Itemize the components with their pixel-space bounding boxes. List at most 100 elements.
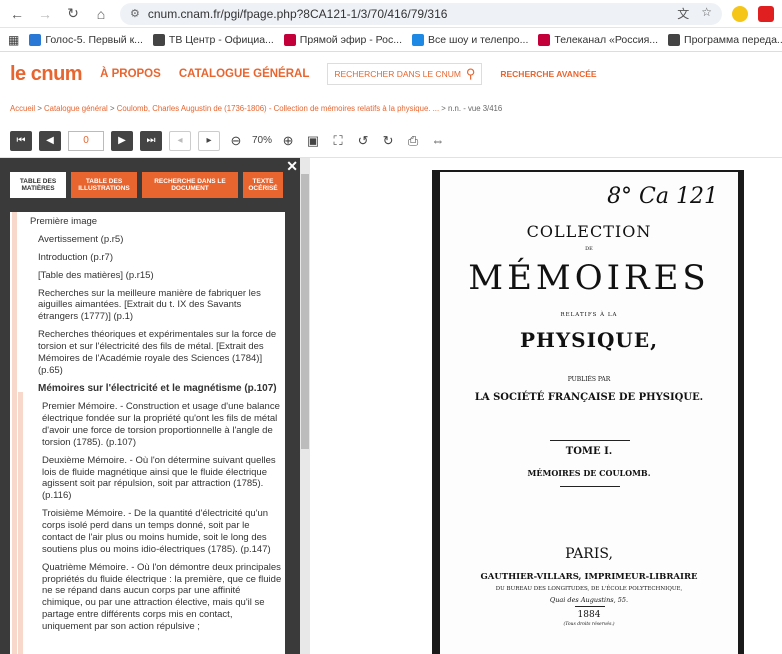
advanced-search-link[interactable]: RECHERCHE AVANCÉE: [500, 69, 596, 79]
title-publies: PUBLIÉS PAR: [567, 376, 611, 383]
sidebar-tabs: TABLE DES MATIÈRES TABLE DES ILLUSTRATIO…: [10, 172, 283, 198]
breadcrumb-sep: >: [37, 104, 42, 113]
bookmark-label: Прямой эфир - Рос...: [299, 33, 403, 46]
fit-width-icon[interactable]: ⇔: [429, 133, 447, 148]
toc-item[interactable]: Introduction (p.r7): [30, 252, 282, 264]
url-text: cnum.cnam.fr/pgi/fpage.php?8CA121-1/3/70…: [147, 6, 448, 21]
print-icon[interactable]: ⎙: [404, 133, 422, 149]
translate-icon[interactable]: 文: [677, 5, 689, 22]
bookmark-tvc[interactable]: ТВ Центр - Официа...: [152, 33, 274, 46]
toc-item[interactable]: [Table des matières] (p.r15): [30, 270, 282, 282]
site-info-icon[interactable]: ⚙: [130, 7, 140, 20]
imprint-rights: (Tous droits réservés.): [563, 622, 615, 627]
site-header: le cnum À PROPOS CATALOGUE GÉNÉRAL RECHE…: [0, 52, 782, 96]
breadcrumb: Accueil > Catalogue général > Coulomb, C…: [0, 96, 782, 120]
toc-item[interactable]: Premier Mémoire. - Construction et usage…: [30, 401, 282, 449]
tvc-icon: [152, 33, 165, 46]
home-icon[interactable]: ⌂: [92, 6, 110, 22]
toc-level-bar: [18, 392, 23, 654]
last-page-button[interactable]: ⏭: [140, 130, 162, 151]
title-societe: LA SOCIÉTÉ FRANÇAISE DE PHYSIQUE.: [474, 392, 704, 403]
russia-icon: [283, 33, 296, 46]
russia-channel-icon: [538, 33, 551, 46]
tab-search-document[interactable]: RECHERCHE DANS LE DOCUMENT: [142, 172, 238, 198]
site-search-input[interactable]: RECHERCHER DANS LE CNUM ⚲: [327, 63, 483, 85]
bookmark-vk[interactable]: Голос-5. Первый к...: [29, 33, 143, 46]
scrollbar-thumb[interactable]: [301, 174, 309, 449]
rotate-right-icon[interactable]: ↻: [379, 133, 397, 149]
fit-page-icon[interactable]: ⛶: [329, 133, 347, 149]
bookmark-shows[interactable]: Все шоу и телепро...: [412, 33, 529, 46]
breadcrumb-home[interactable]: Accueil: [10, 104, 35, 113]
toc-item[interactable]: Quatrième Mémoire. - Où l'on démontre de…: [30, 562, 282, 633]
handwritten-shelfmark: 8° Ca 121: [607, 184, 718, 209]
sidebar-scrollbar[interactable]: [300, 158, 310, 654]
bookmark-russia-channel[interactable]: Телеканал «Россия...: [538, 33, 659, 46]
logo-le: le: [10, 62, 26, 85]
next-page-button[interactable]: ▶: [111, 130, 133, 151]
cnum-logo[interactable]: le cnum: [10, 62, 83, 86]
divider: [560, 486, 620, 487]
toc-item-section[interactable]: Mémoires sur l'électricité et le magnéti…: [30, 383, 282, 396]
breadcrumb-document[interactable]: Coulomb, Charles Augustin de (1736-1806)…: [117, 104, 439, 113]
bookmarks-bar: ▦ Голос-5. Первый к... ТВ Центр - Официа…: [0, 28, 782, 52]
search-icon[interactable]: ⚲: [466, 66, 476, 82]
bookmark-label: Голос-5. Первый к...: [45, 33, 143, 46]
tab-ocr-text[interactable]: TEXTE OCÉRISÉ: [243, 172, 283, 198]
vk-icon: [29, 33, 42, 46]
divider: [575, 606, 605, 607]
toc-item[interactable]: Avertissement (p.r5): [30, 234, 282, 246]
title-tome: TOME I.: [565, 446, 613, 457]
imprint-bureau: DU BUREAU DES LONGITUDES, DE L'ÉCOLE POL…: [495, 586, 683, 592]
back-icon[interactable]: ←: [8, 6, 26, 22]
page-number-input[interactable]: 0: [68, 130, 104, 151]
title-de: DE: [585, 246, 593, 252]
browser-toolbar: ← → ↻ ⌂ ⚙ cnum.cnam.fr/pgi/fpage.php?8CA…: [0, 0, 782, 28]
zoom-in-icon[interactable]: ⊕: [279, 133, 297, 149]
toc-item[interactable]: Troisième Mémoire. - De la quantité d'él…: [30, 508, 282, 556]
breadcrumb-sep: >: [441, 104, 446, 113]
toc-item[interactable]: Recherches théoriques et expérimentales …: [30, 329, 282, 377]
tab-toc[interactable]: TABLE DES MATIÈRES: [10, 172, 66, 198]
nav-about[interactable]: À PROPOS: [100, 68, 161, 80]
zoom-out-icon[interactable]: ⊖: [227, 133, 245, 149]
rotate-left-icon[interactable]: ↺: [354, 133, 372, 149]
tab-illustrations[interactable]: TABLE DES ILLUSTRATIONS: [71, 172, 137, 198]
toc-panel: Première image Avertissement (p.r5) Intr…: [10, 212, 285, 654]
toc-list: Première image Avertissement (p.r5) Intr…: [30, 216, 282, 639]
programme-icon: [668, 33, 681, 46]
extension-icon[interactable]: [732, 5, 748, 22]
document-viewer: 8° Ca 121 COLLECTION DE MÉMOIRES RELATIF…: [310, 158, 782, 654]
breadcrumb-sep: >: [109, 104, 115, 113]
reload-icon[interactable]: ↻: [64, 5, 82, 22]
bookmark-star-icon[interactable]: ☆: [701, 5, 712, 22]
nav-catalogue[interactable]: CATALOGUE GÉNÉRAL: [179, 68, 310, 80]
document-page: 8° Ca 121 COLLECTION DE MÉMOIRES RELATIF…: [432, 170, 744, 654]
forward-icon[interactable]: →: [36, 6, 54, 22]
imprint-quai: Quai des Augustins, 55.: [549, 596, 629, 604]
bookmark-label: Телеканал «Россия...: [554, 33, 659, 46]
toc-item[interactable]: Deuxième Mémoire. - Où l'on détermine su…: [30, 455, 282, 503]
breadcrumb-catalogue[interactable]: Catalogue général: [44, 104, 108, 113]
actual-size-icon[interactable]: ▣: [304, 133, 322, 149]
close-icon[interactable]: ✕: [286, 158, 298, 175]
address-bar[interactable]: ⚙ cnum.cnam.fr/pgi/fpage.php?8CA121-1/3/…: [120, 2, 722, 25]
prev-page-button[interactable]: ◀: [39, 130, 61, 151]
extension-rocket-icon[interactable]: [758, 5, 774, 22]
first-page-button[interactable]: ⏮: [10, 130, 32, 151]
title-physique: PHYSIQUE,: [519, 328, 659, 352]
toc-item[interactable]: Première image: [30, 216, 282, 228]
imprint-publisher: GAUTHIER-VILLARS, IMPRIMEUR-LIBRAIRE: [480, 572, 698, 582]
apps-grid-icon[interactable]: ▦: [8, 33, 19, 47]
title-coulomb: MÉMOIRES DE COULOMB.: [527, 468, 651, 478]
bookmark-label: Все шоу и телепро...: [428, 33, 529, 46]
prev-illustration-button[interactable]: ◂: [169, 130, 191, 151]
viewer-toolbar: ⏮ ◀ 0 ▶ ⏭ ◂ ▸ ⊖ 70% ⊕ ▣ ⛶ ↺ ↻ ⎙ ⇔: [0, 124, 782, 158]
bookmark-programme[interactable]: Программа переда...: [668, 33, 782, 46]
bookmark-russia[interactable]: Прямой эфир - Рос...: [283, 33, 403, 46]
toc-level-bar: [12, 212, 17, 654]
sidebar-panel: ✕ TABLE DES MATIÈRES TABLE DES ILLUSTRAT…: [0, 158, 300, 654]
toc-item[interactable]: Recherches sur la meilleure manière de f…: [30, 288, 282, 324]
search-placeholder: RECHERCHER DANS LE CNUM: [334, 69, 461, 79]
next-illustration-button[interactable]: ▸: [198, 130, 220, 151]
